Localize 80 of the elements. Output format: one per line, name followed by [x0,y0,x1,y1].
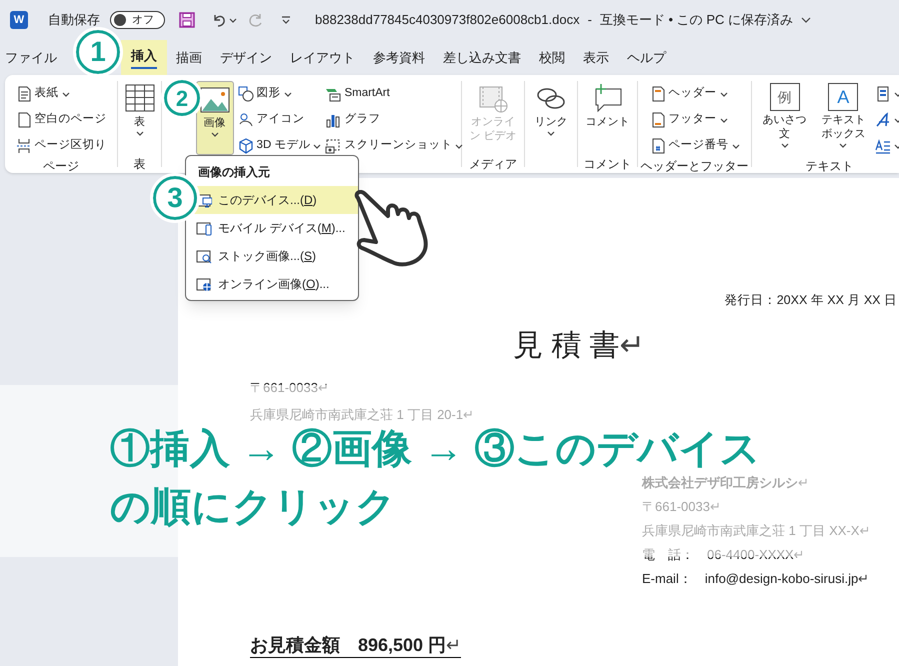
step-number-badge: 1 [76,30,120,74]
group-label: ページ [43,159,79,173]
table-grid-icon [124,83,156,113]
ribbon-tab[interactable]: 参考資料 [364,40,434,75]
ribbon-button[interactable]: 表紙 [16,83,106,105]
group-label: テキスト [806,159,854,173]
ribbon-tab[interactable]: レイアウト [281,40,364,75]
ribbon-tab[interactable]: 挿入 [121,40,167,75]
sender-line: 〒661-0033↵ [642,498,721,516]
sample-text-icon: 例 [770,83,800,111]
ribbon-tab[interactable]: ファイル [0,40,65,75]
ribbon-tab[interactable]: 差し込み文書 [434,40,530,75]
picture-icon [196,276,212,292]
page-number-icon [650,138,666,154]
menu-item[interactable]: ストック画像...(S) [186,242,358,270]
menu-item[interactable]: オンライン画像(O)... [186,270,358,298]
save-icon [179,12,195,28]
cube-icon [238,138,254,154]
autosave-label: 自動保存 [48,11,100,30]
caret-icon [801,17,811,23]
picture-icon [196,248,212,264]
ribbon-button[interactable]: フッター [650,109,740,131]
sender-line: E-mail： info@design-kobo-sirusi.jp↵ [642,570,870,588]
ribbon-button[interactable]: 例 あいさつ文 [757,81,812,155]
caret-icon [229,18,237,22]
sender-line: 兵庫県尼崎市南武庫之荘 1 丁目 XX-X↵ [642,522,870,540]
ribbon-button[interactable]: ページ区切り [16,135,106,157]
ribbon-button[interactable]: SmartArt [325,83,464,105]
address-line: 〒661-0033↵ [250,378,329,397]
ribbon-tab[interactable]: ヘルプ [618,40,675,75]
instruction-text: の順にクリック [110,485,396,529]
picture-icon [196,220,212,236]
ribbon-button[interactable]: A テキストボックス [816,81,871,155]
word-logo-icon: W [10,11,28,29]
ribbon-button[interactable]: アイコン [238,109,322,131]
group-label: ヘッダーとフッター [640,159,748,173]
step-number-badge: 2 [164,80,200,116]
ribbon-button[interactable]: スクリーンショット [325,135,464,157]
instruction-text: ①挿入 → ②画像 → ③このデバイス [110,427,760,471]
ribbon-button[interactable]: ヘッダー [650,83,740,105]
estimate-total: お見積金額 896,500 円↵ [250,632,462,658]
text-box-icon: A [828,83,858,111]
ribbon-button[interactable]: グラフ [325,109,464,131]
ribbon-tab[interactable]: デザイン [211,40,281,75]
ribbon-button[interactable]: 表 [122,81,158,155]
shapes-icon [238,86,254,102]
document-title[interactable]: b88238dd77845c4030973f802e6008cb1.docx - 互換モード • この PC に保存済み [315,10,811,30]
blank-page-icon [16,112,32,128]
icon-gallery-icon [238,112,254,128]
customize-caret-icon [281,16,291,24]
document-title: 見 積 書↵ [513,328,645,364]
sender-line: 株式会社デザ印工房シルシ↵ [642,474,809,492]
smartart-icon [325,86,342,102]
group-label: コメント [584,157,632,171]
step-number-badge: 3 [153,176,197,220]
ribbon-button[interactable]: リンク [532,81,570,155]
ribbon-button[interactable]: 3D モデル [238,135,322,157]
ribbon-button[interactable]: ページ番号 [650,135,740,157]
issue-date: 発行日：20XX 年 XX 月 XX 日 [724,292,898,309]
ribbon-tab[interactable]: 描画 [167,40,211,75]
autosave-toggle[interactable]: オフ [110,11,165,29]
sender-line: 電 話： 06-4400-XXXX↵ [642,546,805,564]
bar-chart-icon [325,112,342,128]
cover-page-icon [16,86,32,102]
document-parts-icon [874,86,891,102]
page-break-icon [16,138,32,154]
ribbon-tab[interactable]: 校閲 [530,40,574,75]
ribbon-tab[interactable]: 表示 [574,40,618,75]
ribbon-button[interactable]: 空白のページ [16,109,106,131]
ribbon-button[interactable]: 画像 [196,81,234,155]
group-label: 表 [134,157,146,171]
menu-heading: 画像の挿入元 [197,164,271,181]
footer-icon [650,112,666,128]
wordart-icon [874,112,891,128]
address-line: 兵庫県尼崎市南武庫之荘 1 丁目 20-1↵ [250,406,474,424]
ribbon-button[interactable]: 図形 [238,83,322,105]
drop-cap-icon [874,138,891,154]
ribbon-button[interactable]: コメント [584,81,632,155]
header-icon [650,86,666,102]
group-label: メディア [469,157,517,171]
